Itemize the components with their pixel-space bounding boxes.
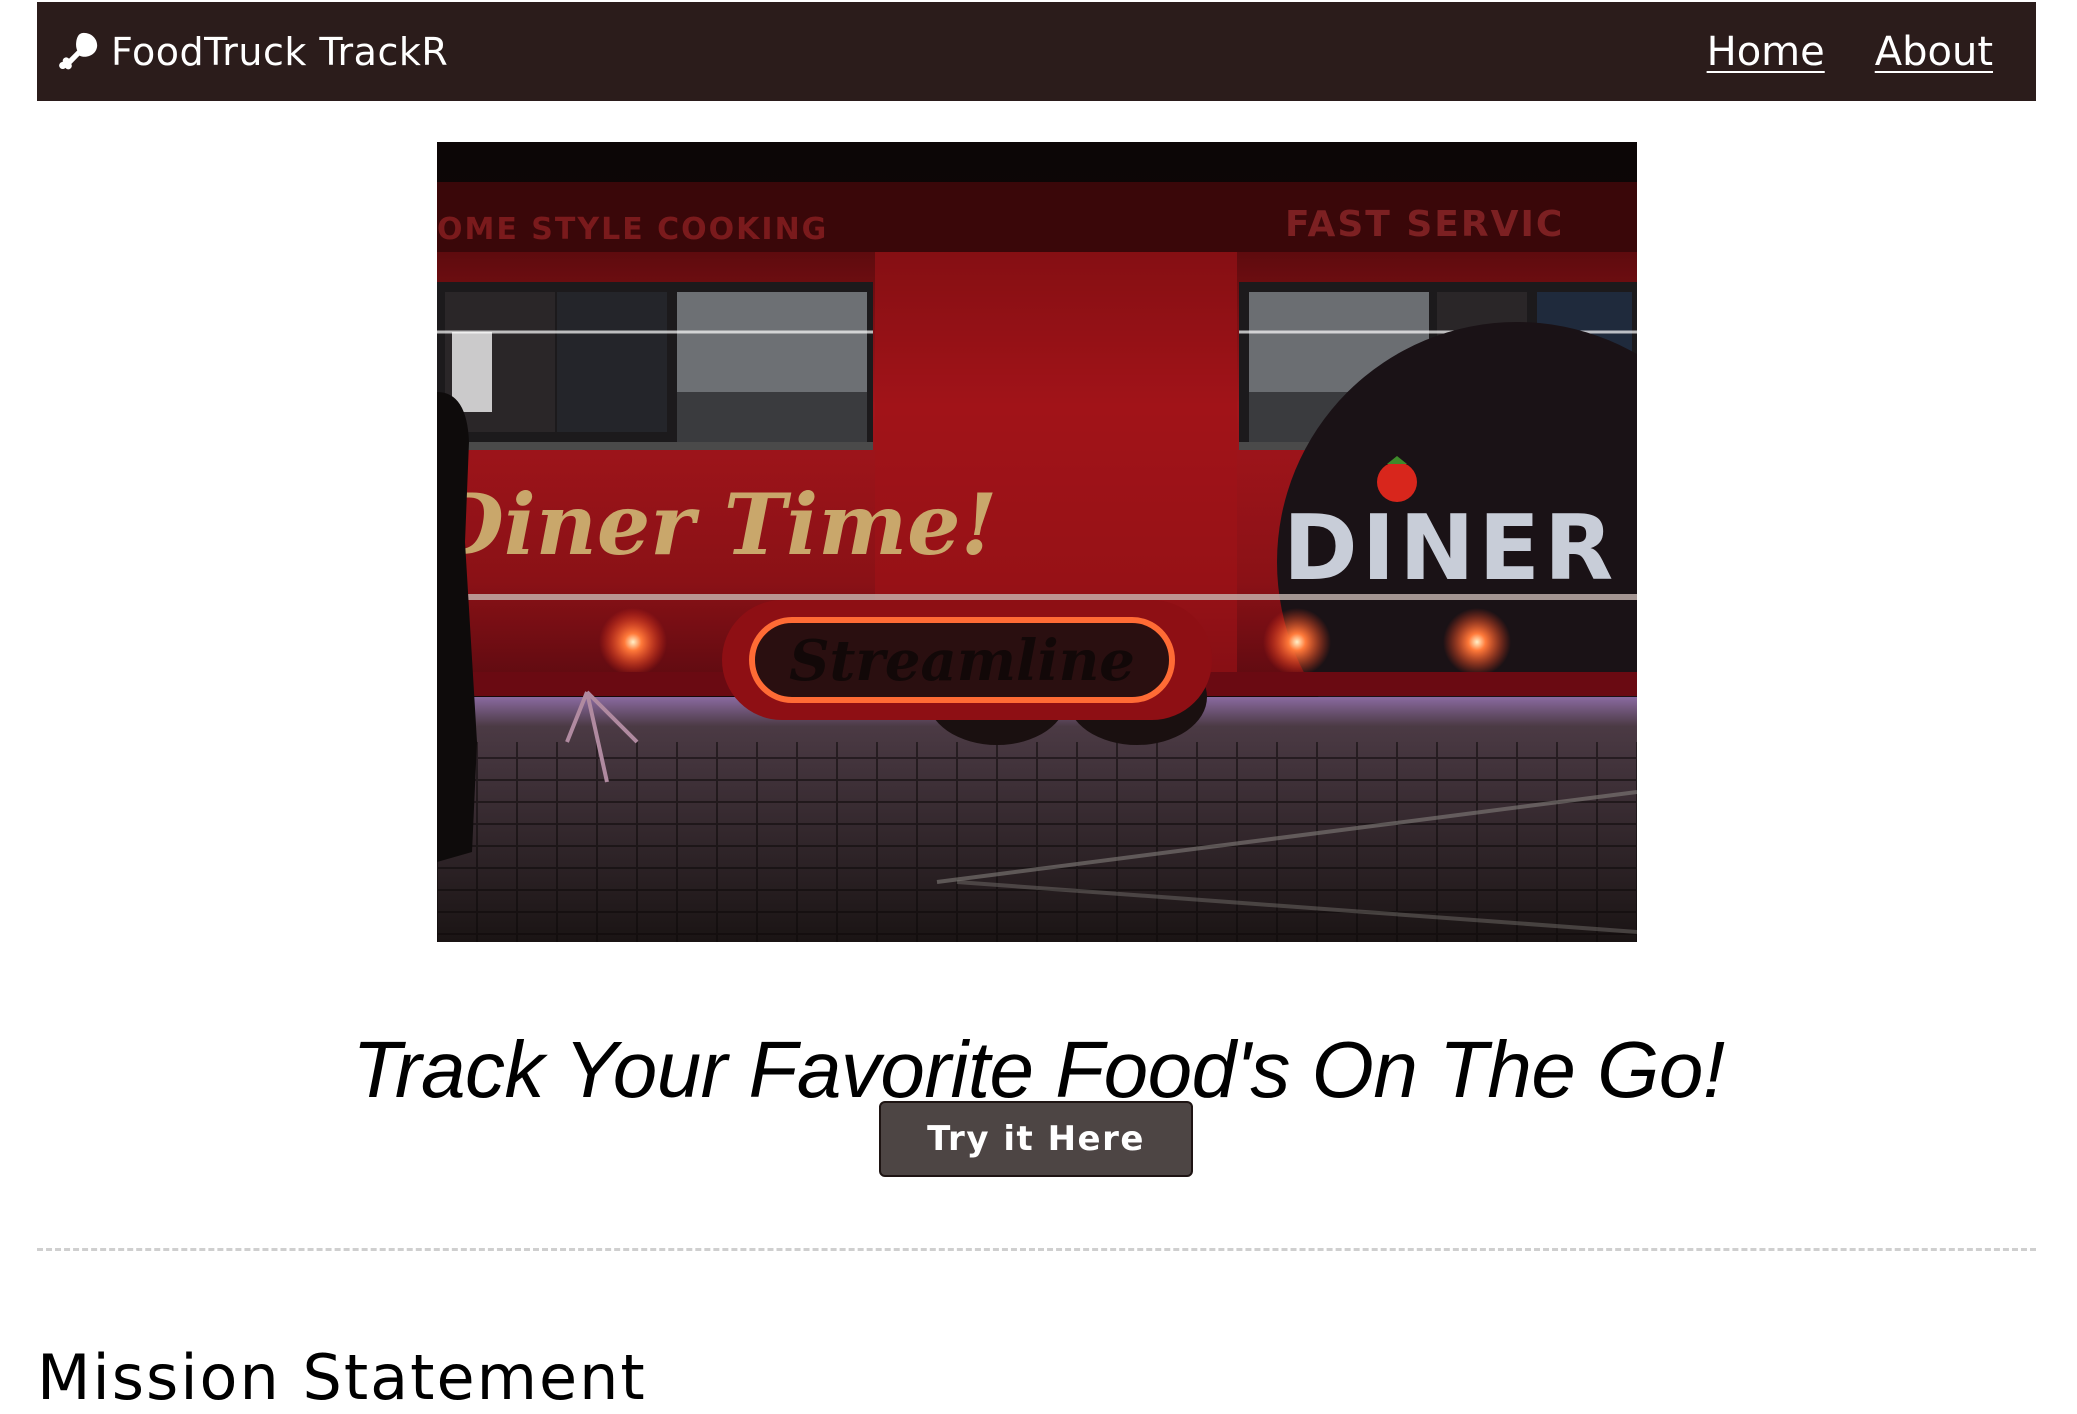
diner-time-script: Diner Time! <box>437 475 997 574</box>
nav-link-home[interactable]: Home <box>1707 32 1825 72</box>
food-truck-illustration: OME STYLE COOKING FAST SERVIC Diner Time… <box>437 142 1637 942</box>
brand-name: FoodTruck TrackR <box>111 29 449 74</box>
sign-home-style: OME STYLE COOKING <box>437 212 828 247</box>
hero-image: OME STYLE COOKING FAST SERVIC Diner Time… <box>437 142 1637 942</box>
sign-fast-service: FAST SERVIC <box>1285 204 1564 245</box>
streamline-plate-text: Streamline <box>789 628 1135 694</box>
top-navbar: FoodTruck TrackR Home About <box>37 2 2036 101</box>
brand-link[interactable]: FoodTruck TrackR <box>55 29 448 75</box>
diner-logo-text: DINER <box>1283 496 1617 601</box>
try-it-here-button[interactable]: Try it Here <box>879 1101 1193 1177</box>
section-divider <box>37 1248 2036 1251</box>
mission-statement-heading: Mission Statement <box>37 1341 647 1414</box>
nav-link-about[interactable]: About <box>1875 32 1993 72</box>
drumstick-icon <box>59 32 98 69</box>
nav-links: Home About <box>1707 32 1993 72</box>
